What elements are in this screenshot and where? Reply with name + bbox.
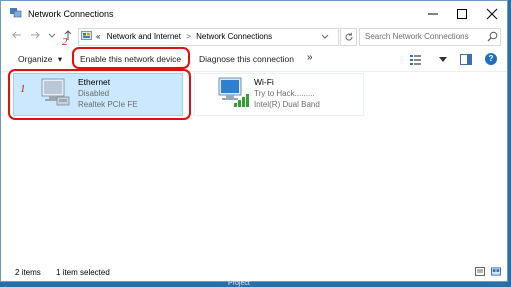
network-connections-window: Network Connections « Network and Intern… [0,0,508,282]
breadcrumb-separator[interactable]: > [183,32,194,41]
adapter-name-wifi: Wi-Fi [254,77,274,87]
close-icon [486,8,498,20]
annotation-box-enable-button [72,47,190,69]
forward-button[interactable] [28,29,42,43]
chevron-down-icon [321,34,329,39]
refresh-icon [345,32,353,41]
back-arrow-icon [12,31,21,39]
recent-locations-button[interactable] [45,29,59,43]
change-view-icon[interactable] [410,55,422,65]
address-dropdown-button[interactable] [321,30,331,44]
preview-pane-icon[interactable] [460,54,472,65]
control-panel-icon [81,31,92,40]
forward-arrow-icon [31,31,40,39]
diagnose-connection-button[interactable]: Diagnose this connection [199,54,294,64]
breadcrumb-network-and-internet[interactable]: Network and Internet [103,32,181,41]
adapter-status-wifi: Try to Hack......... [254,89,315,98]
annotation-number-2: 2 [62,36,68,48]
breadcrumb: « Network and Internet > Network Connect… [96,32,272,41]
back-button[interactable] [10,29,24,43]
window-title: Network Connections [28,9,114,19]
chevron-down-icon [48,33,56,38]
search-placeholder: Search Network Connections [365,32,469,41]
more-commands-button[interactable]: » [307,52,313,63]
close-button[interactable] [477,1,507,26]
network-connections-app-icon [10,8,22,18]
maximize-button[interactable] [447,1,477,26]
breadcrumb-overflow[interactable]: « [96,32,100,41]
status-item-count: 2 items [15,268,41,277]
help-icon[interactable]: ? [485,53,497,65]
caret-down-icon: ▾ [57,54,63,64]
organize-label: Organize [18,54,53,64]
wifi-adapter-icon [218,77,249,107]
adapter-device-wifi: Intel(R) Dual Band [254,100,320,109]
annotation-box-ethernet [8,69,191,120]
organize-menu[interactable]: Organize ▾ [18,54,62,65]
search-icon[interactable] [487,31,498,42]
view-options-chevron-icon[interactable] [439,57,447,63]
details-view-icon[interactable] [475,267,485,276]
minimize-icon [428,13,438,15]
breadcrumb-network-connections[interactable]: Network Connections [196,32,272,41]
status-selected-count: 1 item selected [56,268,110,277]
large-icons-view-icon[interactable] [491,267,501,276]
refresh-button[interactable] [340,28,357,46]
minimize-button[interactable] [418,1,448,26]
annotation-number-1: 1 [20,83,26,95]
maximize-icon [457,9,467,19]
